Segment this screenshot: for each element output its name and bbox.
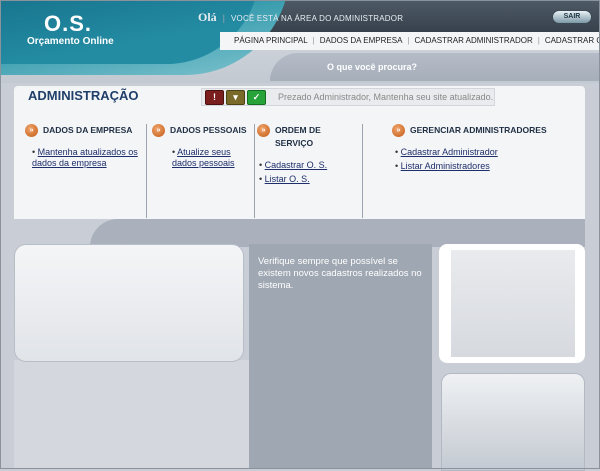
arrow-down-icon: ▾ — [226, 90, 245, 105]
check-icon: ✓ — [247, 90, 266, 105]
divider — [254, 124, 255, 218]
section-title: DADOS DA EMPRESA — [43, 125, 133, 135]
page-title: ADMINISTRAÇÃO — [28, 88, 139, 103]
arrow-right-icon: » — [257, 124, 270, 137]
nav-dados-da-empresa[interactable]: DADOS DA EMPRESA — [320, 36, 403, 45]
link-cadastrar-administrador[interactable]: Cadastrar Administrador — [401, 147, 498, 157]
logout-button[interactable]: SAIR — [552, 10, 592, 24]
arrow-right-icon: » — [152, 124, 165, 137]
right-bottom-card — [441, 373, 585, 471]
link-atualizar-dados-empresa[interactable]: Mantenha atualizados os dados da empresa — [32, 147, 138, 168]
section-title: ORDEM DE SERVIÇO — [275, 125, 321, 148]
section-dados-pessoais: » DADOS PESSOAIS • Atualize seus dados pe… — [152, 124, 250, 172]
page: O.S. Orçamento Online Olá | VOCÊ ESTÁ NA Á… — [0, 0, 600, 471]
wave-shape — [90, 219, 585, 247]
section-dados-empresa: » DADOS DA EMPRESA • Mantenha atualizados… — [25, 124, 140, 172]
divider — [362, 124, 363, 218]
logo-title: O.S. — [44, 11, 93, 36]
link-atualizar-dados-pessoais[interactable]: Atualize seus dados pessoais — [172, 147, 235, 168]
logo-subtitle: Orçamento Online — [27, 36, 114, 47]
link-listar-os[interactable]: Listar O. S. — [265, 174, 310, 184]
nav-pagina-principal[interactable]: PÁGINA PRINCIPAL — [234, 36, 308, 45]
right-card-inner — [451, 250, 575, 357]
alert-icon: ! — [205, 90, 224, 105]
header: O.S. Orçamento Online Olá | VOCÊ ESTÁ NA Á… — [0, 0, 600, 83]
top-nav: PÁGINA PRINCIPAL | DADOS DA EMPRESA | CADAST… — [234, 36, 600, 45]
section-title: GERENCIAR ADMINISTRADORES — [410, 125, 547, 135]
section-gerenciar-administradores: » GERENCIAR ADMINISTRADORES • Cadastrar A… — [392, 124, 572, 175]
search-label[interactable]: O que você procura? — [327, 62, 417, 72]
arrow-right-icon: » — [392, 124, 405, 137]
nav-cadastrar-os[interactable]: CADASTRAR O.S. — [545, 36, 600, 45]
section-title: DADOS PESSOAIS — [170, 125, 247, 135]
link-cadastrar-os[interactable]: Cadastrar O. S. — [265, 160, 328, 170]
greeting-message: VOCÊ ESTÁ NA ÁREA DO ADMINISTRADOR — [231, 14, 404, 23]
notice-text: Verifique sempre que possível se existem… — [258, 256, 422, 291]
link-listar-administradores[interactable]: Listar Administradores — [401, 161, 490, 171]
search-band — [270, 53, 600, 81]
nav-cadastrar-administrador[interactable]: CADASTRAR ADMINISTRADOR — [415, 36, 533, 45]
greeting-hello: Olá — [198, 10, 217, 24]
bottom-left-area — [14, 360, 249, 469]
status-message: Prezado Administrador, Mantenha seu site… — [278, 92, 494, 102]
left-card — [14, 244, 244, 362]
divider — [146, 124, 147, 218]
arrow-right-icon: » — [25, 124, 38, 137]
greeting: Olá | VOCÊ ESTÁ NA ÁREA DO ADMINISTRADOR — [198, 10, 404, 24]
section-ordem-servico: » ORDEM DE SERVIÇO • Cadastrar O. S. • Li… — [257, 124, 328, 184]
